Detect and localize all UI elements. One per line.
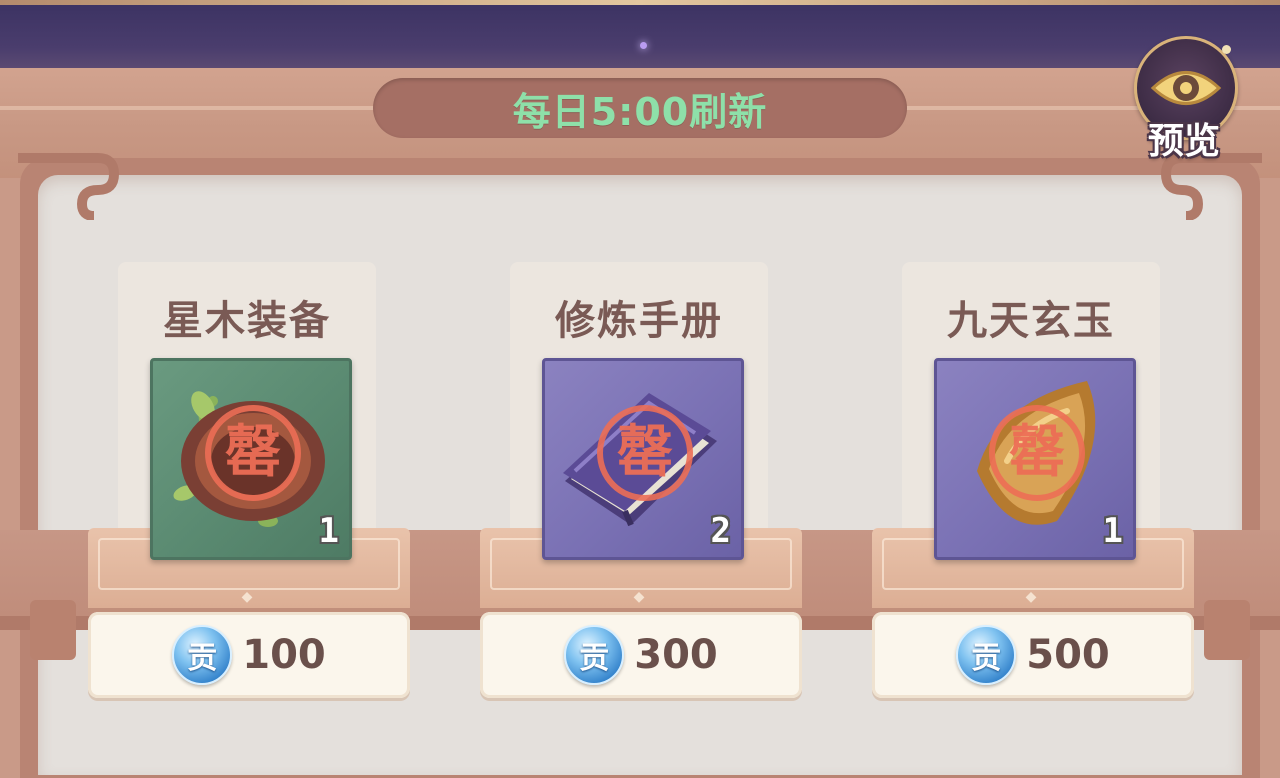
eye-icon [1150, 71, 1222, 105]
preview-label: 预览 [1147, 121, 1220, 162]
sparkle-icon [640, 42, 647, 49]
item-quantity: 1 [318, 511, 339, 551]
sold-out-stamp: 罄 [205, 405, 301, 501]
item-price: 100 [242, 632, 326, 678]
contribution-coin-icon: 贡 [172, 625, 233, 685]
refresh-text: 每日5:00刷新 [512, 89, 768, 134]
item-quantity: 1 [1102, 511, 1123, 551]
buy-button-3[interactable]: 贡 500 [872, 612, 1194, 698]
item-name: 星木装备 [163, 298, 331, 344]
contribution-coin-icon: 贡 [956, 625, 1017, 685]
refresh-banner: 每日5:00刷新 [373, 78, 907, 138]
sold-out-stamp: 罄 [597, 405, 693, 501]
item-slot-3[interactable]: 罄 1 [934, 358, 1136, 560]
item-name: 九天玄玉 [947, 298, 1115, 344]
corner-ornament-left-icon [18, 153, 120, 220]
preview-button[interactable]: 预览 [1128, 30, 1240, 162]
item-slot-2[interactable]: 罄 2 [542, 358, 744, 560]
contribution-coin-icon: 贡 [564, 625, 625, 685]
buy-button-2[interactable]: 贡 300 [480, 612, 802, 698]
buy-button-1[interactable]: 贡 100 [88, 612, 410, 698]
sold-out-stamp: 罄 [989, 405, 1085, 501]
item-slot-1[interactable]: 罄 1 [150, 358, 352, 560]
item-quantity: 2 [710, 511, 731, 551]
item-price: 500 [1026, 632, 1110, 678]
top-band [0, 0, 1280, 68]
item-price: 300 [634, 632, 718, 678]
shelf-bracket-left [30, 600, 76, 660]
shelf-bracket-right [1204, 600, 1250, 660]
item-name: 修炼手册 [555, 298, 723, 344]
